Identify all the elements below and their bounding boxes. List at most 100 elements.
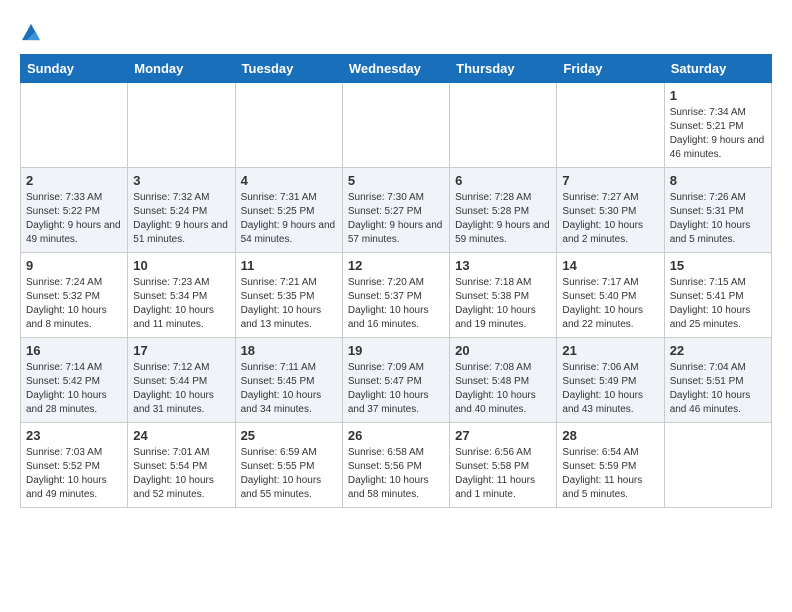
day-number: 9	[26, 258, 122, 273]
cell-w1-d0: 2 Sunrise: 7:33 AM Sunset: 5:22 PM Daylig…	[21, 168, 128, 253]
day-number: 8	[670, 173, 766, 188]
cell-w3-d2: 18 Sunrise: 7:11 AM Sunset: 5:45 PM Dayli…	[235, 338, 342, 423]
cell-w0-d2	[235, 83, 342, 168]
day-info: Sunrise: 7:24 AM Sunset: 5:32 PM Dayligh…	[26, 276, 122, 332]
cell-w2-d3: 12Sunrise: 7:20 AM Sunset: 5:37 PM Dayli…	[342, 253, 449, 338]
day-number: 25	[241, 428, 337, 443]
day-info: Sunrise: 7:26 AM Sunset: 5:31 PM Dayligh…	[670, 191, 766, 247]
day-number: 10	[133, 258, 229, 273]
day-number: 24	[133, 428, 229, 443]
day-number: 3	[133, 173, 229, 188]
day-info: Sunrise: 6:54 AM Sunset: 5:59 PM Dayligh…	[562, 446, 658, 502]
day-number: 12	[348, 258, 444, 273]
day-info: Sunrise: 7:06 AM Sunset: 5:49 PM Dayligh…	[562, 361, 658, 417]
day-number: 2	[26, 173, 122, 188]
calendar-table: SundayMondayTuesdayWednesdayThursdayFrid…	[20, 54, 772, 508]
cell-w2-d1: 10 Sunrise: 7:23 AM Sunset: 5:34 PM Dayli…	[128, 253, 235, 338]
day-info: Sunrise: 7:11 AM Sunset: 5:45 PM Dayligh…	[241, 361, 337, 417]
cell-w2-d5: 14 Sunrise: 7:17 AM Sunset: 5:40 PM Dayli…	[557, 253, 664, 338]
col-header-sunday: Sunday	[21, 55, 128, 83]
day-info: Sunrise: 7:32 AM Sunset: 5:24 PM Dayligh…	[133, 191, 229, 247]
cell-w3-d0: 16 Sunrise: 7:14 AM Sunset: 5:42 PM Dayli…	[21, 338, 128, 423]
cell-w2-d4: 13 Sunrise: 7:18 AM Sunset: 5:38 PM Dayli…	[450, 253, 557, 338]
col-header-saturday: Saturday	[664, 55, 771, 83]
logo	[20, 20, 40, 44]
day-number: 1	[670, 88, 766, 103]
cell-w0-d0	[21, 83, 128, 168]
cell-w4-d1: 24 Sunrise: 7:01 AM Sunset: 5:54 PM Dayli…	[128, 423, 235, 508]
cell-w1-d4: 6 Sunrise: 7:28 AM Sunset: 5:28 PM Daylig…	[450, 168, 557, 253]
cell-w2-d0: 9 Sunrise: 7:24 AM Sunset: 5:32 PM Daylig…	[21, 253, 128, 338]
cell-w0-d3	[342, 83, 449, 168]
day-info: Sunrise: 7:17 AM Sunset: 5:40 PM Dayligh…	[562, 276, 658, 332]
cell-w0-d6: 1 Sunrise: 7:34 AM Sunset: 5:21 PM Daylig…	[664, 83, 771, 168]
day-info: Sunrise: 7:23 AM Sunset: 5:34 PM Dayligh…	[133, 276, 229, 332]
day-info: Sunrise: 7:34 AM Sunset: 5:21 PM Dayligh…	[670, 106, 766, 162]
cell-w1-d2: 4 Sunrise: 7:31 AM Sunset: 5:25 PM Daylig…	[235, 168, 342, 253]
day-number: 18	[241, 343, 337, 358]
cell-w3-d4: 20 Sunrise: 7:08 AM Sunset: 5:48 PM Dayli…	[450, 338, 557, 423]
day-info: Sunrise: 7:09 AM Sunset: 5:47 PM Dayligh…	[348, 361, 444, 417]
day-number: 14	[562, 258, 658, 273]
day-number: 23	[26, 428, 122, 443]
cell-w0-d4	[450, 83, 557, 168]
cell-w1-d5: 7 Sunrise: 7:27 AM Sunset: 5:30 PM Daylig…	[557, 168, 664, 253]
day-number: 27	[455, 428, 551, 443]
day-info: Sunrise: 7:27 AM Sunset: 5:30 PM Dayligh…	[562, 191, 658, 247]
day-info: Sunrise: 7:21 AM Sunset: 5:35 PM Dayligh…	[241, 276, 337, 332]
cell-w3-d1: 17 Sunrise: 7:12 AM Sunset: 5:44 PM Dayli…	[128, 338, 235, 423]
day-number: 11	[241, 258, 337, 273]
cell-w4-d2: 25 Sunrise: 6:59 AM Sunset: 5:55 PM Dayli…	[235, 423, 342, 508]
day-number: 5	[348, 173, 444, 188]
day-number: 20	[455, 343, 551, 358]
day-number: 28	[562, 428, 658, 443]
day-info: Sunrise: 7:04 AM Sunset: 5:51 PM Dayligh…	[670, 361, 766, 417]
day-number: 17	[133, 343, 229, 358]
cell-w4-d3: 26 Sunrise: 6:58 AM Sunset: 5:56 PM Dayli…	[342, 423, 449, 508]
cell-w2-d2: 11 Sunrise: 7:21 AM Sunset: 5:35 PM Dayli…	[235, 253, 342, 338]
day-info: Sunrise: 7:15 AM Sunset: 5:41 PM Dayligh…	[670, 276, 766, 332]
day-number: 13	[455, 258, 551, 273]
cell-w3-d3: 19 Sunrise: 7:09 AM Sunset: 5:47 PM Dayli…	[342, 338, 449, 423]
day-info: Sunrise: 7:01 AM Sunset: 5:54 PM Dayligh…	[133, 446, 229, 502]
day-number: 21	[562, 343, 658, 358]
day-info: Sunrise: 7:31 AM Sunset: 5:25 PM Dayligh…	[241, 191, 337, 247]
day-number: 16	[26, 343, 122, 358]
day-info: Sunrise: 7:14 AM Sunset: 5:42 PM Dayligh…	[26, 361, 122, 417]
col-header-monday: Monday	[128, 55, 235, 83]
day-number: 6	[455, 173, 551, 188]
cell-w0-d5	[557, 83, 664, 168]
day-info: Sunrise: 7:33 AM Sunset: 5:22 PM Dayligh…	[26, 191, 122, 247]
day-info: Sunrise: 7:18 AM Sunset: 5:38 PM Dayligh…	[455, 276, 551, 332]
cell-w3-d5: 21 Sunrise: 7:06 AM Sunset: 5:49 PM Dayli…	[557, 338, 664, 423]
day-number: 19	[348, 343, 444, 358]
col-header-tuesday: Tuesday	[235, 55, 342, 83]
day-info: Sunrise: 7:30 AM Sunset: 5:27 PM Dayligh…	[348, 191, 444, 247]
day-number: 26	[348, 428, 444, 443]
cell-w4-d0: 23 Sunrise: 7:03 AM Sunset: 5:52 PM Dayli…	[21, 423, 128, 508]
col-header-wednesday: Wednesday	[342, 55, 449, 83]
day-info: Sunrise: 7:03 AM Sunset: 5:52 PM Dayligh…	[26, 446, 122, 502]
cell-w3-d6: 22 Sunrise: 7:04 AM Sunset: 5:51 PM Dayli…	[664, 338, 771, 423]
logo-text	[20, 20, 40, 44]
cell-w1-d1: 3 Sunrise: 7:32 AM Sunset: 5:24 PM Daylig…	[128, 168, 235, 253]
day-info: Sunrise: 7:08 AM Sunset: 5:48 PM Dayligh…	[455, 361, 551, 417]
cell-w1-d6: 8 Sunrise: 7:26 AM Sunset: 5:31 PM Daylig…	[664, 168, 771, 253]
cell-w4-d5: 28 Sunrise: 6:54 AM Sunset: 5:59 PM Dayli…	[557, 423, 664, 508]
day-info: Sunrise: 6:58 AM Sunset: 5:56 PM Dayligh…	[348, 446, 444, 502]
day-info: Sunrise: 6:59 AM Sunset: 5:55 PM Dayligh…	[241, 446, 337, 502]
cell-w0-d1	[128, 83, 235, 168]
day-info: Sunrise: 6:56 AM Sunset: 5:58 PM Dayligh…	[455, 446, 551, 502]
day-number: 4	[241, 173, 337, 188]
day-number: 15	[670, 258, 766, 273]
cell-w4-d6	[664, 423, 771, 508]
day-number: 22	[670, 343, 766, 358]
day-number: 7	[562, 173, 658, 188]
col-header-thursday: Thursday	[450, 55, 557, 83]
col-header-friday: Friday	[557, 55, 664, 83]
cell-w4-d4: 27 Sunrise: 6:56 AM Sunset: 5:58 PM Dayli…	[450, 423, 557, 508]
day-info: Sunrise: 7:28 AM Sunset: 5:28 PM Dayligh…	[455, 191, 551, 247]
cell-w1-d3: 5 Sunrise: 7:30 AM Sunset: 5:27 PM Daylig…	[342, 168, 449, 253]
cell-w2-d6: 15 Sunrise: 7:15 AM Sunset: 5:41 PM Dayli…	[664, 253, 771, 338]
day-info: Sunrise: 7:12 AM Sunset: 5:44 PM Dayligh…	[133, 361, 229, 417]
